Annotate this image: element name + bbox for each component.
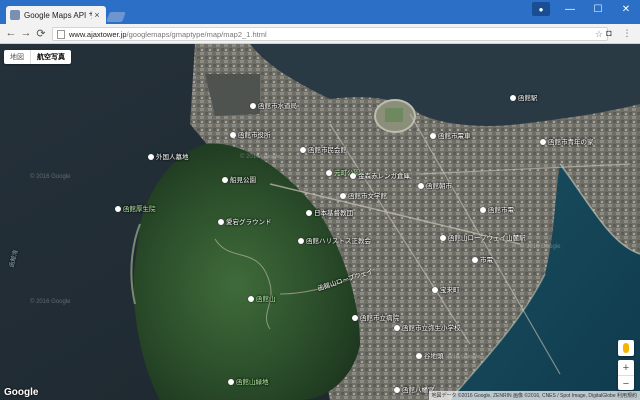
poi-icon bbox=[510, 95, 516, 102]
address-bar[interactable]: www.ajaxtower.jp /googlemaps/gmaptype/ma… bbox=[52, 27, 608, 41]
place-label[interactable]: 日本基督教団 bbox=[306, 207, 353, 217]
user-profile-icon[interactable]: ● bbox=[532, 2, 550, 16]
place-label[interactable]: 函館市電 bbox=[480, 204, 514, 214]
map-type-control: 地図 航空写真 bbox=[4, 50, 71, 64]
minimize-button[interactable]: — bbox=[556, 0, 584, 18]
place-label[interactable]: 函館市青年の家 bbox=[540, 136, 594, 146]
favicon-icon bbox=[10, 10, 20, 20]
zoom-in-button[interactable]: + bbox=[618, 360, 634, 376]
place-label[interactable]: 外国人墓地 bbox=[148, 151, 189, 161]
window-controls: ● — ☐ ✕ bbox=[532, 0, 640, 24]
tab-close-icon[interactable]: × bbox=[92, 10, 102, 20]
reload-button[interactable]: ⟳ bbox=[34, 26, 48, 40]
map-canvas[interactable]: © 2016 Google © 2016 Google © 2016 Googl… bbox=[0, 44, 640, 400]
place-label[interactable]: 函館市民会館 bbox=[300, 144, 347, 154]
place-label[interactable]: 函館厚生院 bbox=[115, 203, 156, 213]
page-icon bbox=[57, 29, 65, 39]
place-label[interactable]: 函館市文学館 bbox=[340, 190, 387, 200]
imagery-watermark: © 2016 Google bbox=[30, 174, 71, 180]
poi-icon bbox=[540, 139, 546, 146]
street-view-pegman-icon[interactable] bbox=[618, 340, 634, 356]
poi-icon bbox=[440, 235, 446, 242]
place-label[interactable]: 函館市立弥生小学校 bbox=[394, 322, 461, 332]
browser-tab[interactable]: Google Maps API サンプル × bbox=[6, 6, 106, 24]
back-button[interactable]: ← bbox=[4, 26, 18, 40]
place-label[interactable]: 函館市水道局 bbox=[250, 100, 297, 110]
poi-icon bbox=[350, 173, 356, 180]
poi-icon bbox=[418, 183, 424, 190]
map-attribution[interactable]: 地図データ ©2016 Google, ZENRIN 画像 ©2016, CNE… bbox=[428, 391, 640, 400]
poi-icon bbox=[430, 133, 436, 140]
place-label[interactable]: 函館市立病院 bbox=[352, 312, 399, 322]
new-tab-button[interactable] bbox=[106, 12, 126, 22]
poi-icon bbox=[230, 132, 236, 139]
menu-icon[interactable]: ⋮ bbox=[620, 26, 634, 40]
poi-icon bbox=[340, 193, 346, 200]
google-logo: Google bbox=[4, 387, 39, 398]
place-label[interactable]: 函館山 bbox=[248, 293, 276, 303]
poi-icon bbox=[250, 103, 256, 110]
place-label[interactable]: 宝来町 bbox=[432, 284, 460, 294]
poi-icon bbox=[228, 379, 234, 386]
poi-icon bbox=[472, 257, 478, 264]
poi-icon bbox=[115, 206, 121, 213]
place-label[interactable]: 市電 bbox=[472, 254, 493, 264]
poi-icon bbox=[326, 170, 332, 177]
place-label[interactable]: 金森赤レンガ倉庫 bbox=[350, 170, 410, 180]
imagery-watermark: © 2016 Google bbox=[30, 299, 71, 305]
zoom-control: + − bbox=[618, 360, 634, 390]
poi-icon bbox=[480, 207, 486, 214]
place-label[interactable]: 愛宕グラウンド bbox=[218, 216, 272, 226]
poi-icon bbox=[218, 219, 224, 226]
poi-icon bbox=[432, 287, 438, 294]
poi-icon bbox=[394, 387, 400, 394]
browser-toolbar: ← → ⟳ www.ajaxtower.jp /googlemaps/gmapt… bbox=[0, 24, 640, 44]
place-label[interactable]: 函館山緑地 bbox=[228, 376, 269, 386]
poi-icon bbox=[298, 238, 304, 245]
poi-icon bbox=[148, 154, 154, 161]
place-label[interactable]: 谷地頭 bbox=[416, 350, 444, 360]
imagery-watermark: © 2016 Google bbox=[440, 354, 481, 360]
maximize-button[interactable]: ☐ bbox=[584, 0, 612, 18]
place-label[interactable]: 函館山ロープウェイ山麓駅 bbox=[440, 232, 526, 242]
place-label[interactable]: 函館朝市 bbox=[418, 180, 452, 190]
poi-icon bbox=[416, 353, 422, 360]
place-label[interactable]: 船見公園 bbox=[222, 174, 256, 184]
forward-button[interactable]: → bbox=[19, 26, 33, 40]
imagery-watermark: © 2016 Google bbox=[240, 154, 281, 160]
zoom-out-button[interactable]: − bbox=[618, 376, 634, 391]
imagery-watermark: © 2016 Google bbox=[520, 244, 561, 250]
poi-icon bbox=[300, 147, 306, 154]
url-path: /googlemaps/gmaptype/map/map2_1.html bbox=[126, 29, 267, 39]
browser-titlebar: Google Maps API サンプル × ● — ☐ ✕ bbox=[0, 0, 640, 24]
map-type-roadmap[interactable]: 地図 bbox=[4, 50, 30, 64]
tab-title: Google Maps API サンプル bbox=[24, 10, 92, 20]
poi-icon bbox=[222, 177, 228, 184]
poi-icon bbox=[394, 325, 400, 332]
url-domain: www.ajaxtower.jp bbox=[69, 29, 127, 39]
satellite-imagery bbox=[0, 44, 640, 400]
poi-icon bbox=[306, 210, 312, 217]
close-window-button[interactable]: ✕ bbox=[612, 0, 640, 18]
camera-icon[interactable]: ◘ bbox=[602, 26, 616, 40]
place-label[interactable]: 函館市役所 bbox=[230, 129, 271, 139]
place-label[interactable]: 函館ハリストス正教会 bbox=[298, 235, 371, 245]
poi-icon bbox=[352, 315, 358, 322]
map-type-satellite[interactable]: 航空写真 bbox=[30, 50, 71, 64]
poi-icon bbox=[248, 296, 254, 303]
place-label[interactable]: 函館市電車 bbox=[430, 130, 471, 140]
place-label[interactable]: 函館駅 bbox=[510, 92, 538, 102]
